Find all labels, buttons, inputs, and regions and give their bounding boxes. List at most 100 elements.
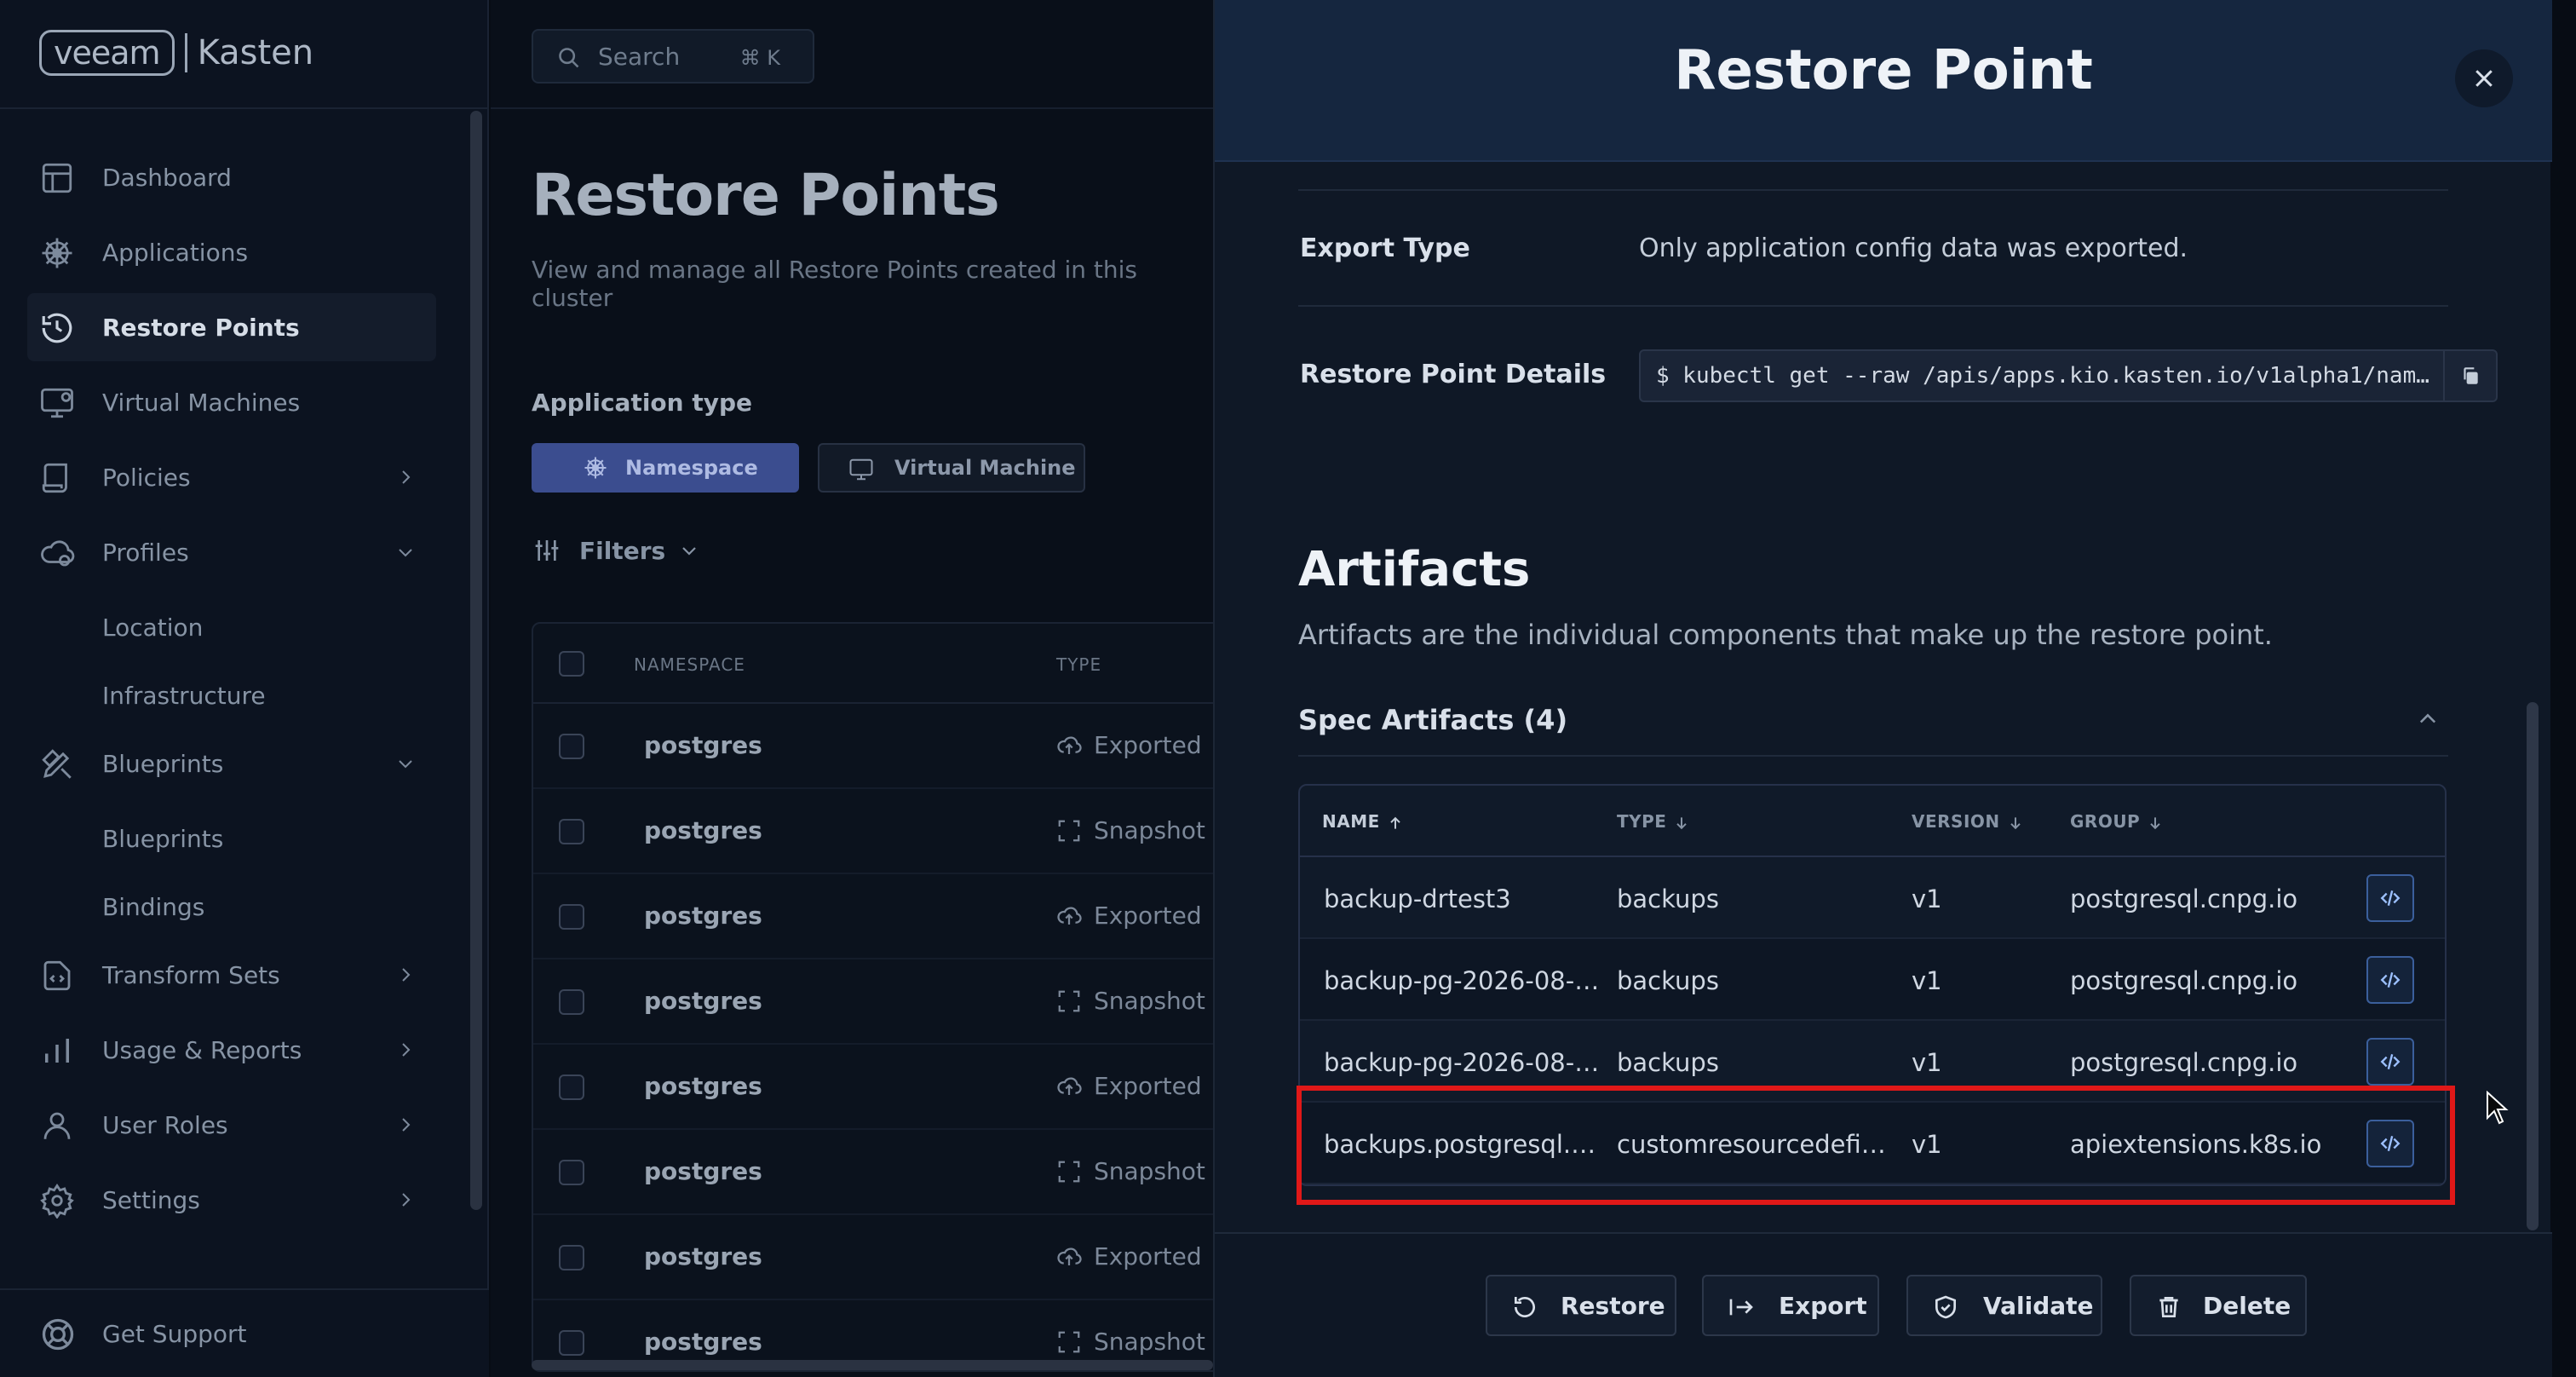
artifact-name: backup-pg-2026-08-… xyxy=(1324,1048,1600,1077)
copy-command-button[interactable] xyxy=(2445,349,2498,402)
view-artifact-code-button[interactable] xyxy=(2366,1038,2414,1086)
chevron-right-icon xyxy=(402,968,411,982)
arrow-up-icon xyxy=(1390,816,1400,829)
export-label: Export xyxy=(1779,1291,1867,1320)
delete-button[interactable]: Delete xyxy=(2130,1275,2307,1336)
page-subtitle: View and manage all Restore Points creat… xyxy=(532,256,1138,312)
artifacts-title: Artifacts xyxy=(1298,542,1531,597)
helm-wheel-icon xyxy=(584,457,607,479)
table-row[interactable]: postgres Exported xyxy=(533,874,1228,959)
sidebar-item-label: Virtual Machines xyxy=(102,388,301,417)
validate-button[interactable]: Validate xyxy=(1906,1275,2102,1336)
snapshot-frame-icon xyxy=(1058,1161,1080,1183)
panel-scrollbar[interactable] xyxy=(2527,702,2539,1230)
sidebar-item-bindings[interactable]: Bindings xyxy=(27,873,436,941)
row-namespace: postgres xyxy=(644,1242,762,1270)
artifact-row: backup-pg-2026-08-… backups v1 postgresq… xyxy=(1300,939,2445,1021)
table-row[interactable]: postgres Snapshot xyxy=(533,1130,1228,1215)
sidebar-item-applications[interactable]: Applications xyxy=(27,218,436,286)
row-type-label: Snapshot xyxy=(1094,816,1205,844)
view-artifact-code-button[interactable] xyxy=(2366,874,2414,922)
sidebar-item-blueprints-sub[interactable]: Blueprints xyxy=(27,804,436,873)
column-name[interactable]: NAME xyxy=(1322,811,1404,832)
row-namespace: postgres xyxy=(644,987,762,1015)
column-type[interactable]: TYPE xyxy=(1617,811,1690,832)
export-button[interactable]: Export xyxy=(1702,1275,1879,1336)
sidebar-item-location[interactable]: Location xyxy=(27,593,436,661)
app-root: veeam Kasten Dashboard Applications Rest… xyxy=(0,0,2576,1377)
table-horizontal-scrollbar[interactable] xyxy=(532,1360,1213,1370)
sidebar-item-infrastructure[interactable]: Infrastructure xyxy=(27,661,436,729)
row-checkbox[interactable] xyxy=(559,1330,584,1356)
table-row[interactable]: postgres Snapshot xyxy=(533,959,1228,1045)
sidebar-item-settings[interactable]: Settings xyxy=(27,1166,436,1234)
namespace-type-label: Namespace xyxy=(625,456,758,480)
table-row[interactable]: postgres Exported xyxy=(533,1045,1228,1130)
view-artifact-code-button[interactable] xyxy=(2366,956,2414,1004)
table-row[interactable]: postgres Exported xyxy=(533,1215,1228,1300)
sidebar-item-dashboard[interactable]: Dashboard xyxy=(27,143,436,211)
row-checkbox[interactable] xyxy=(559,904,584,930)
sidebar-item-restore-points[interactable]: Restore Points xyxy=(27,293,436,361)
row-checkbox[interactable] xyxy=(559,734,584,759)
artifact-version: v1 xyxy=(1912,966,1942,995)
sidebar-item-policies[interactable]: Policies xyxy=(27,443,436,511)
section-divider xyxy=(1298,189,2448,191)
sidebar-item-blueprints[interactable]: Blueprints xyxy=(27,729,436,798)
virtual-machine-type-button[interactable]: Virtual Machine xyxy=(818,443,1085,493)
artifact-name: backup-pg-2026-08-… xyxy=(1324,966,1600,995)
row-checkbox[interactable] xyxy=(559,1075,584,1100)
shield-check-icon xyxy=(1935,1295,1956,1319)
get-support-label: Get Support xyxy=(102,1319,247,1348)
logo[interactable]: veeam Kasten xyxy=(39,29,313,77)
namespace-type-button[interactable]: Namespace xyxy=(532,443,799,493)
column-namespace[interactable]: NAMESPACE xyxy=(634,654,745,675)
row-type-label: Exported xyxy=(1094,1242,1202,1270)
sidebar-item-label: Usage & Reports xyxy=(102,1035,302,1064)
table-row[interactable]: postgres Exported xyxy=(533,704,1228,789)
sidebar-item-transform-sets[interactable]: Transform Sets xyxy=(27,941,436,1009)
search-input[interactable]: Search ⌘ K xyxy=(532,29,814,84)
restore-point-details-command[interactable]: $ kubectl get --raw /apis/apps.kio.kaste… xyxy=(1639,349,2445,402)
chevron-up-icon[interactable] xyxy=(2416,707,2440,731)
close-panel-button[interactable] xyxy=(2455,49,2513,107)
sidebar-item-profiles[interactable]: Profiles xyxy=(27,518,436,586)
row-checkbox[interactable] xyxy=(559,819,584,844)
column-version[interactable]: VERSION xyxy=(1912,811,2024,832)
column-group[interactable]: GROUP xyxy=(2070,811,2164,832)
chevron-right-icon xyxy=(402,470,411,484)
sidebar-item-label: Applications xyxy=(102,238,249,267)
row-checkbox[interactable] xyxy=(559,1245,584,1270)
sidebar-item-label: Profiles xyxy=(102,538,189,567)
filters-toggle[interactable]: Filters xyxy=(532,535,699,566)
cloud-upload-icon xyxy=(1057,1077,1082,1095)
gear-icon xyxy=(40,1183,74,1219)
get-support-button[interactable]: Get Support xyxy=(0,1288,489,1377)
column-type[interactable]: TYPE xyxy=(1056,654,1101,675)
export-type-value: Only application config data was exporte… xyxy=(1639,233,2188,263)
row-type-label: Exported xyxy=(1094,731,1202,759)
sidebar-item-label: Blueprints xyxy=(102,749,224,778)
row-type: Snapshot xyxy=(1056,816,1205,844)
chevron-right-icon xyxy=(402,1193,411,1207)
spec-artifacts-header[interactable]: Spec Artifacts (4) xyxy=(1298,704,1567,736)
row-checkbox[interactable] xyxy=(559,989,584,1015)
sidebar-item-user-roles[interactable]: User Roles xyxy=(27,1091,436,1159)
user-icon xyxy=(43,1112,71,1139)
monitor-icon xyxy=(849,458,873,481)
select-all-checkbox[interactable] xyxy=(559,651,584,677)
row-namespace: postgres xyxy=(644,731,762,759)
column-type-label: TYPE xyxy=(1617,811,1667,832)
sidebar-scrollbar[interactable] xyxy=(470,111,482,1210)
row-checkbox[interactable] xyxy=(559,1160,584,1185)
logo-kasten: Kasten xyxy=(197,33,314,72)
sidebar-item-virtual-machines[interactable]: Virtual Machines xyxy=(27,368,436,436)
section-divider xyxy=(1298,305,2448,307)
table-row[interactable]: postgres Snapshot xyxy=(533,789,1228,874)
section-divider xyxy=(1298,755,2448,757)
artifacts-table-header: NAME TYPE VERSION GROUP xyxy=(1300,786,2445,857)
page-title: Restore Points xyxy=(532,162,1000,229)
sidebar-item-usage-reports[interactable]: Usage & Reports xyxy=(27,1016,436,1084)
restore-button[interactable]: Restore xyxy=(1486,1275,1676,1336)
application-type-label: Application type xyxy=(532,389,753,417)
